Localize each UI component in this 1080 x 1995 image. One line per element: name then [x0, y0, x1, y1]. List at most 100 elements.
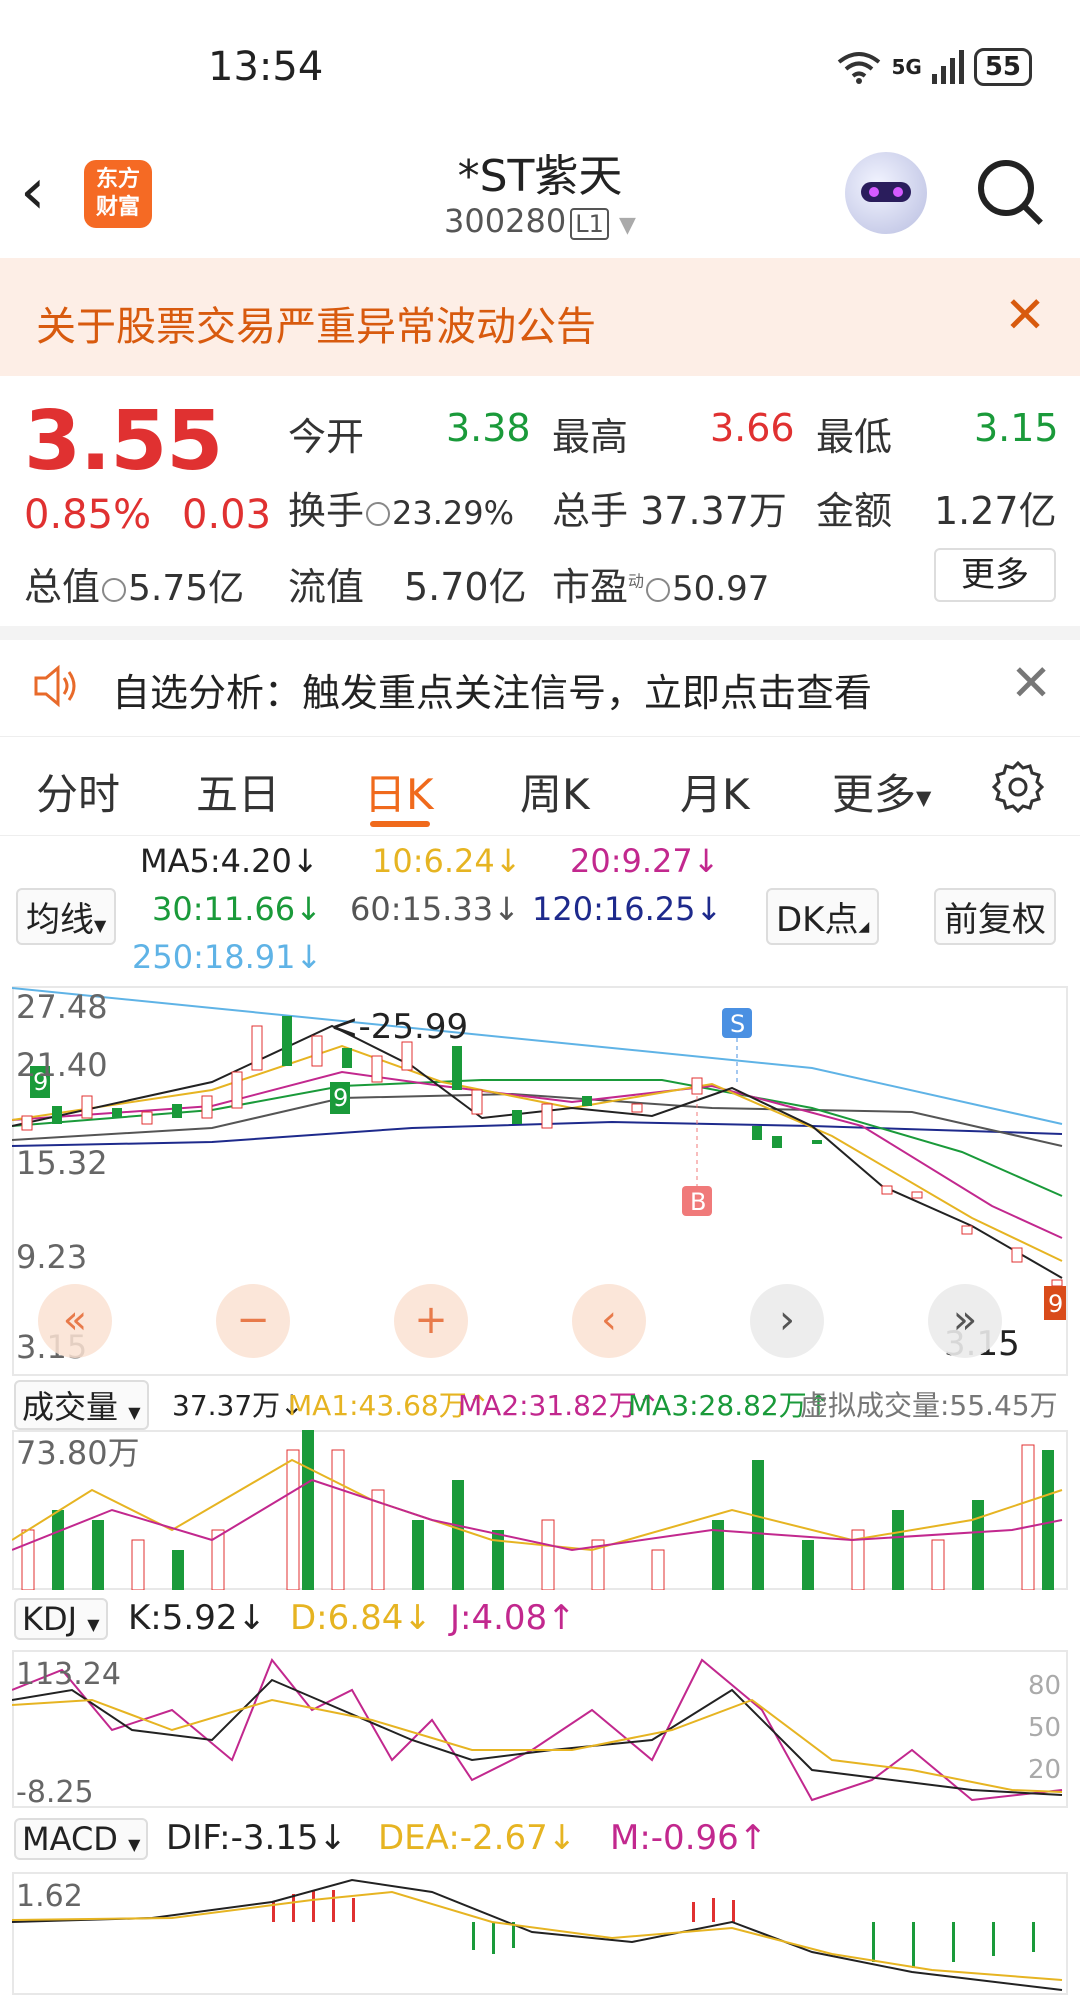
- zoom-out-button[interactable]: −: [216, 1284, 290, 1358]
- volume-bar: [492, 1530, 504, 1590]
- info-icon[interactable]: [646, 577, 671, 602]
- tab-five-day[interactable]: 五日: [196, 761, 280, 822]
- kline-y-label-2: 21.40: [16, 1046, 108, 1084]
- chart-tabs: 分时 五日 日K 周K 月K 更多▼: [0, 736, 1080, 836]
- divider: [0, 626, 1080, 640]
- candle: [691, 1077, 703, 1095]
- volume-bar: [892, 1510, 904, 1590]
- info-icon[interactable]: [366, 501, 391, 526]
- tab-intraday[interactable]: 分时: [36, 761, 120, 822]
- ma10-value: 10:6.24↓: [372, 842, 522, 880]
- tab-daily-k[interactable]: 日K: [364, 761, 434, 822]
- candle: [1011, 1247, 1023, 1263]
- volume-dropdown[interactable]: 成交量 ▼: [14, 1380, 149, 1430]
- caret-down-icon: ▼: [128, 1835, 141, 1854]
- candle: [752, 1126, 762, 1140]
- macd-bar: [292, 1894, 295, 1922]
- stock-code: 300280: [444, 202, 567, 240]
- candle: [541, 1103, 553, 1129]
- ma120-value: 120:16.25↓: [532, 890, 723, 928]
- float-value: 5.70亿: [404, 565, 527, 609]
- volume-bar: [651, 1549, 665, 1590]
- macd-bar: [332, 1890, 335, 1922]
- volume-bar: [21, 1529, 35, 1590]
- candle: [311, 1035, 323, 1067]
- info-icon[interactable]: [102, 577, 127, 602]
- next-button[interactable]: ›: [750, 1284, 824, 1358]
- volume-row: 总手 37.37万: [552, 480, 787, 535]
- notice-banner[interactable]: 关于股票交易严重异常波动公告 ✕: [0, 258, 1080, 376]
- volume-bar: [331, 1449, 345, 1590]
- kdj-d: D:6.84↓: [290, 1598, 432, 1638]
- quote-panel: 3.55 0.85% 0.03 今开 3.38 最高 3.66 最低 3.15 …: [0, 376, 1080, 626]
- macd-bar: [692, 1902, 695, 1922]
- macd-m: M:-0.96↑: [610, 1818, 768, 1858]
- search-icon[interactable]: [978, 160, 1034, 216]
- more-button[interactable]: 更多: [934, 548, 1056, 602]
- volume-bar: [972, 1500, 984, 1590]
- pe-row: 市盈动 50.97: [552, 556, 769, 611]
- volume-bar: [302, 1430, 314, 1590]
- zoom-in-button[interactable]: +: [394, 1284, 468, 1358]
- volume-bar: [371, 1489, 385, 1590]
- peak-label: <-25.99: [330, 1007, 468, 1047]
- kline-chart[interactable]: 9 9 S B 9 <-25.99: [12, 986, 1068, 1376]
- volume-bar: [931, 1539, 945, 1590]
- volume-y-label: 73.80万: [16, 1434, 140, 1472]
- assistant-robot-icon[interactable]: [845, 152, 927, 234]
- volume-bar: [131, 1539, 145, 1590]
- ma-dropdown-label: 均线: [26, 900, 94, 940]
- signal-bar[interactable]: 自选分析：触发重点关注信号，立即点击查看 ✕: [0, 640, 1080, 732]
- candle: [471, 1089, 483, 1115]
- low-label: 最低: [816, 415, 893, 459]
- volume-bar: [412, 1520, 424, 1590]
- kdj-level-20: 20: [1028, 1755, 1061, 1785]
- macd-dropdown[interactable]: MACD ▼: [14, 1818, 149, 1860]
- caret-down-icon: ▼: [128, 1403, 141, 1422]
- dk-point-button[interactable]: DK点◢: [766, 888, 880, 945]
- kdj-y-top: 113.24: [16, 1657, 121, 1692]
- status-time: 13:54: [208, 44, 324, 90]
- prev-button[interactable]: ‹: [572, 1284, 646, 1358]
- candle: [201, 1095, 213, 1119]
- candle: [282, 1016, 292, 1066]
- ma120-line: [12, 1120, 1063, 1147]
- fast-forward-button[interactable]: »: [928, 1284, 1002, 1358]
- candle: [961, 1225, 973, 1235]
- gear-icon[interactable]: [992, 761, 1044, 813]
- tab-monthly-k[interactable]: 月K: [680, 761, 750, 822]
- close-icon[interactable]: ✕: [1010, 654, 1052, 712]
- close-icon[interactable]: ✕: [1004, 286, 1046, 344]
- marker-9-green-2-label: 9: [333, 1084, 348, 1112]
- ma-dropdown[interactable]: 均线▼: [16, 888, 117, 945]
- mktcap-label: 总值: [24, 565, 101, 609]
- float-label: 流值: [288, 565, 365, 609]
- pe-value: 50.97: [672, 569, 770, 609]
- open-label: 今开: [288, 415, 365, 459]
- caret-down-icon: ▼: [94, 916, 107, 935]
- candle: [881, 1185, 893, 1195]
- signal-s-label: S: [730, 1010, 745, 1038]
- notice-text[interactable]: 关于股票交易严重异常波动公告: [36, 294, 596, 352]
- tab-weekly-k[interactable]: 周K: [520, 761, 590, 822]
- candle: [342, 1048, 352, 1068]
- adjust-button[interactable]: 前复权: [934, 888, 1056, 945]
- macd-dea: DEA:-2.67↓: [378, 1818, 577, 1858]
- tab-more[interactable]: 更多▼: [832, 761, 931, 822]
- macd-bar: [992, 1922, 995, 1956]
- volume-bar: [1021, 1444, 1035, 1590]
- candle: [631, 1103, 643, 1113]
- candle: [112, 1108, 122, 1118]
- macd-dea-line: [12, 1890, 1063, 1981]
- volume-dropdown-label: 成交量: [22, 1388, 119, 1426]
- signal-text[interactable]: 自选分析：触发重点关注信号，立即点击查看: [112, 662, 872, 717]
- candle: [251, 1025, 263, 1071]
- fast-back-button[interactable]: «: [38, 1284, 112, 1358]
- kdj-dropdown[interactable]: KDJ ▼: [14, 1598, 108, 1640]
- candle: [172, 1104, 182, 1118]
- signal-b-label: B: [690, 1188, 706, 1216]
- change-percent: 0.85%: [24, 492, 152, 538]
- volume-bars: 73.80万: [12, 1430, 1063, 1590]
- ma10-line: [12, 1044, 1063, 1262]
- turnover-value: 23.29%: [392, 494, 515, 532]
